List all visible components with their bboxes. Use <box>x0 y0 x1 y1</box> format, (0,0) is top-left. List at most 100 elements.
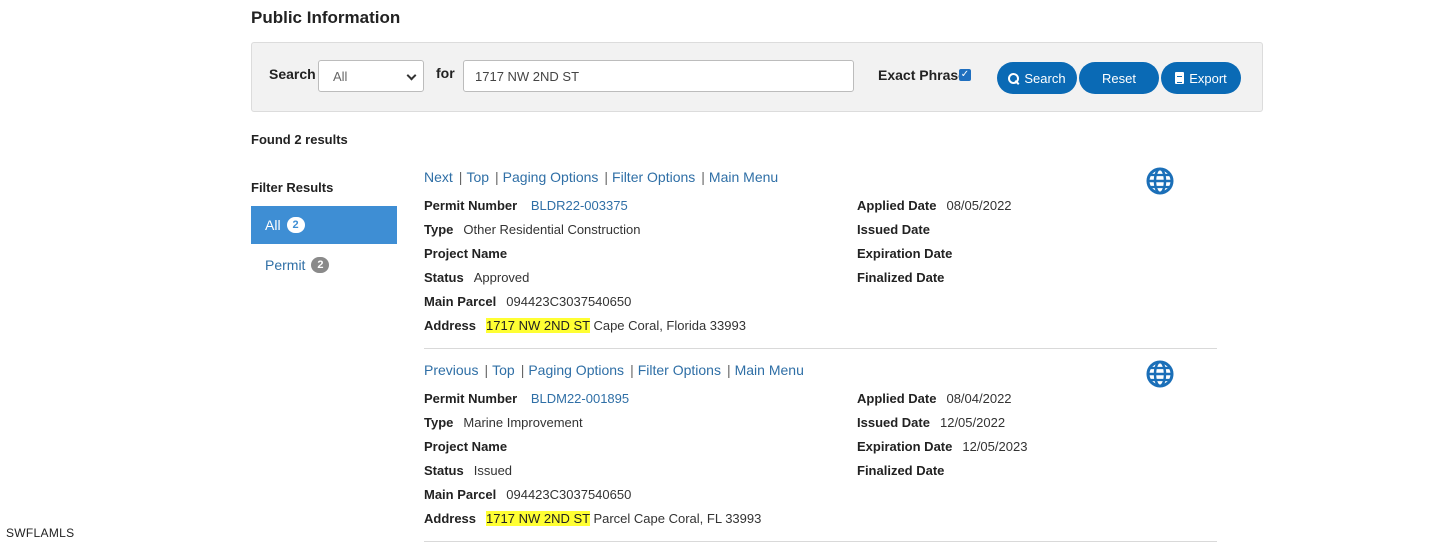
field-label: Permit Number <box>424 198 518 213</box>
project-name-row: Project Name <box>424 439 517 454</box>
nav-top-link[interactable]: Top <box>466 169 489 185</box>
field-label: Finalized Date <box>857 270 945 285</box>
filter-item-label: Permit <box>265 257 306 273</box>
permit-number-link[interactable]: BLDM22-001895 <box>531 391 629 406</box>
address-row: Address 1717 NW 2ND ST Parcel Cape Coral,… <box>424 511 761 526</box>
expiration-date-row: Expiration Date <box>857 246 962 261</box>
reset-button[interactable]: Reset <box>1079 62 1159 94</box>
field-label: Type <box>424 415 454 430</box>
search-button[interactable]: Search <box>997 62 1077 94</box>
finalized-date-row: Finalized Date <box>857 270 954 285</box>
filter-item-label: All <box>265 217 281 233</box>
field-label: Applied Date <box>857 391 937 406</box>
search-panel: Search All for 1717 NW 2ND ST Exact Phra… <box>251 42 1263 112</box>
search-label: Search <box>269 66 316 82</box>
search-button-label: Search <box>1024 70 1066 86</box>
issued-date-row: Issued Date 12/05/2022 <box>857 415 1005 430</box>
nav-next-link[interactable]: Next <box>424 169 453 185</box>
permit-number-row: Permit Number BLDR22-003375 <box>424 198 628 213</box>
field-label: Address <box>424 318 477 333</box>
search-scope-select[interactable]: All <box>318 60 424 92</box>
status-row: Status Approved <box>424 270 529 285</box>
reset-button-label: Reset <box>1102 70 1136 86</box>
main-parcel-value: 094423C3037540650 <box>506 294 632 309</box>
field-label: Permit Number <box>424 391 518 406</box>
type-value: Other Residential Construction <box>463 222 641 237</box>
field-label: Expiration Date <box>857 439 953 454</box>
file-export-icon <box>1175 72 1185 84</box>
nav-previous-link[interactable]: Previous <box>424 362 478 378</box>
search-scope-value: All <box>333 69 348 84</box>
expiration-date-value: 12/05/2023 <box>962 439 1028 454</box>
type-value: Marine Improvement <box>463 415 583 430</box>
nav-top-link[interactable]: Top <box>492 362 515 378</box>
field-label: Status <box>424 463 464 478</box>
export-button-label: Export <box>1189 70 1227 86</box>
search-input[interactable]: 1717 NW 2ND ST <box>463 60 854 92</box>
exact-phrase-label: Exact Phrase <box>878 67 966 83</box>
count-badge: 2 <box>311 257 330 273</box>
nav-filter-options-link[interactable]: Filter Options <box>612 169 695 185</box>
main-parcel-row: Main Parcel 094423C3037540650 <box>424 487 631 502</box>
exact-phrase-checkbox[interactable]: ✓ <box>959 69 971 81</box>
main-parcel-row: Main Parcel 094423C3037540650 <box>424 294 631 309</box>
field-label: Finalized Date <box>857 463 945 478</box>
applied-date-row: Applied Date 08/05/2022 <box>857 198 1012 213</box>
issued-date-row: Issued Date <box>857 222 940 237</box>
nav-main-menu-link[interactable]: Main Menu <box>709 169 778 185</box>
nav-main-menu-link[interactable]: Main Menu <box>735 362 804 378</box>
address-highlight: 1717 NW 2ND ST <box>486 511 590 526</box>
address-value: Parcel Cape Coral, FL 33993 <box>593 511 762 526</box>
finalized-date-row: Finalized Date <box>857 463 954 478</box>
watermark: SWFLAMLS <box>6 526 75 540</box>
field-label: Issued Date <box>857 222 930 237</box>
for-label: for <box>436 65 455 81</box>
count-badge: 2 <box>286 217 305 233</box>
main-parcel-value: 094423C3037540650 <box>506 487 632 502</box>
filter-item-permit[interactable]: Permit 2 <box>265 257 330 273</box>
status-row: Status Issued <box>424 463 512 478</box>
export-button[interactable]: Export <box>1161 62 1241 94</box>
nav-paging-options-link[interactable]: Paging Options <box>503 169 599 185</box>
applied-date-value: 08/05/2022 <box>946 198 1012 213</box>
address-value: Cape Coral, Florida 33993 <box>593 318 746 333</box>
page-title: Public Information <box>251 8 401 27</box>
field-label: Applied Date <box>857 198 937 213</box>
field-label: Address <box>424 511 477 526</box>
project-name-row: Project Name <box>424 246 517 261</box>
status-value: Issued <box>473 463 513 478</box>
issued-date-value: 12/05/2022 <box>939 415 1006 430</box>
type-row: Type Other Residential Construction <box>424 222 640 237</box>
field-label: Project Name <box>424 439 508 454</box>
field-label: Status <box>424 270 464 285</box>
applied-date-row: Applied Date 08/04/2022 <box>857 391 1012 406</box>
globe-icon[interactable] <box>1146 167 1174 195</box>
results-count: Found 2 results <box>251 132 348 147</box>
globe-icon[interactable] <box>1146 360 1174 388</box>
permit-record: Previous | Top | Paging Options | Filter Optio… <box>424 360 1217 542</box>
permit-number-row: Permit Number BLDM22-001895 <box>424 391 629 406</box>
nav-paging-options-link[interactable]: Paging Options <box>528 362 624 378</box>
expiration-date-row: Expiration Date 12/05/2023 <box>857 439 1027 454</box>
type-row: Type Marine Improvement <box>424 415 583 430</box>
field-label: Project Name <box>424 246 508 261</box>
field-label: Main Parcel <box>424 294 497 309</box>
field-label: Type <box>424 222 454 237</box>
filter-results-title: Filter Results <box>251 180 334 195</box>
field-label: Issued Date <box>857 415 930 430</box>
permit-number-link[interactable]: BLDR22-003375 <box>531 198 628 213</box>
filter-item-all[interactable]: All 2 <box>251 206 397 244</box>
field-label: Main Parcel <box>424 487 497 502</box>
search-input-value: 1717 NW 2ND ST <box>475 69 580 84</box>
address-row: Address 1717 NW 2ND ST Cape Coral, Florid… <box>424 318 746 333</box>
search-icon <box>1008 72 1020 84</box>
permit-record: Next | Top | Paging Options | Filter Options | M… <box>424 167 1217 349</box>
record-nav: Previous | Top | Paging Options | Filter Optio… <box>424 362 804 378</box>
applied-date-value: 08/04/2022 <box>946 391 1012 406</box>
status-value: Approved <box>473 270 530 285</box>
address-highlight: 1717 NW 2ND ST <box>486 318 590 333</box>
field-label: Expiration Date <box>857 246 953 261</box>
record-nav: Next | Top | Paging Options | Filter Options | M… <box>424 169 779 185</box>
nav-filter-options-link[interactable]: Filter Options <box>638 362 721 378</box>
chevron-down-icon <box>406 70 417 81</box>
